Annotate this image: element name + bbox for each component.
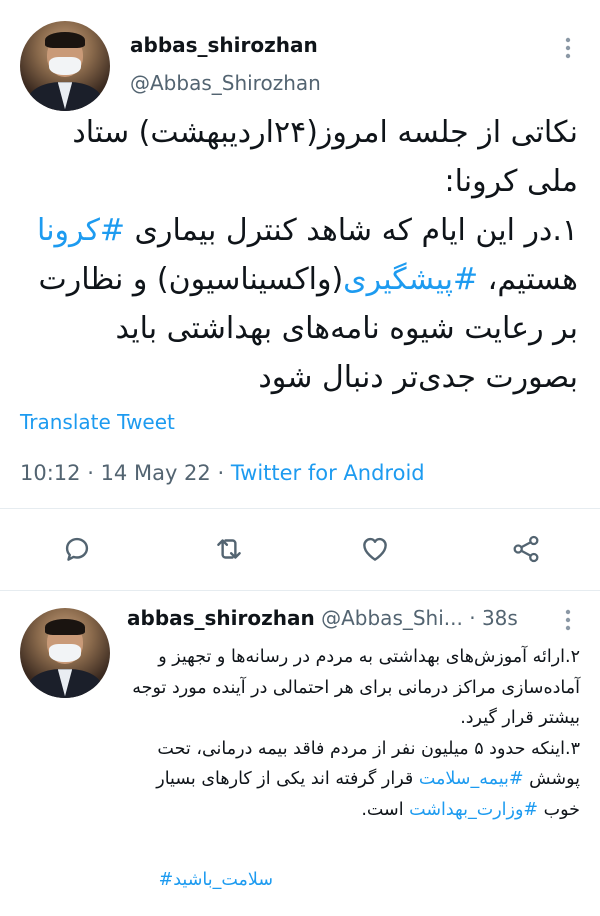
translate-tweet-link[interactable]: Translate Tweet (20, 410, 175, 434)
reply-icon (65, 537, 89, 561)
hashtag-corona[interactable]: #کرونا (37, 213, 125, 248)
tweet-text-point1: ۱.در این ایام که شاهد کنترل بیماری (125, 213, 578, 248)
reply-tweet-text: ۲.ارائه آموزش‌های بهداشتی به مردم در رسا… (122, 642, 580, 825)
tweet-text-segment: هستیم، (478, 262, 578, 297)
reply-button[interactable] (60, 532, 94, 566)
tweet-text: نکاتی از جلسه امروز(۲۴اردیبهشت) ستاد ملی… (22, 108, 578, 402)
share-button[interactable] (509, 532, 543, 566)
share-icon (513, 535, 539, 563)
divider (0, 508, 600, 509)
tweet-time[interactable]: 10:12 (20, 461, 81, 485)
tweet-meta: 10:12 · 14 May 22 · Twitter for Android (20, 461, 425, 485)
hashtag-health-ministry[interactable]: #وزارت_بهداشت (409, 800, 538, 820)
retweet-icon (217, 539, 241, 559)
tweet-date[interactable]: 14 May 22 (101, 461, 211, 485)
divider (0, 590, 600, 591)
author-name[interactable]: abbas_shirozhan (130, 33, 318, 57)
meta-separator: · (462, 606, 482, 630)
reply-time-ago[interactable]: 38s (482, 606, 518, 630)
reply-author-name[interactable]: abbas_shirozhan (127, 606, 315, 630)
author-handle[interactable]: @Abbas_Shirozhan (130, 71, 321, 95)
hashtag-health-insurance[interactable]: #بیمه_سلامت (419, 769, 524, 789)
like-button[interactable] (358, 532, 392, 566)
reply-more-options-icon[interactable] (560, 608, 576, 634)
hashtag-stay-healthy[interactable]: #سلامت_باشید (159, 870, 273, 890)
author-avatar[interactable] (20, 21, 110, 111)
reply-header: abbas_shirozhan @Abbas_Shi... · 38s (127, 606, 518, 630)
hashtag-prevention[interactable]: #پیشگیری (343, 262, 478, 297)
more-options-icon[interactable] (560, 36, 576, 62)
reply-author-avatar[interactable] (20, 608, 110, 698)
reply-text-segment: است. (361, 799, 410, 820)
tweet-text-intro: نکاتی از جلسه امروز(۲۴اردیبهشت) ستاد ملی… (72, 115, 578, 199)
retweet-button[interactable] (212, 532, 246, 566)
heart-icon (363, 537, 387, 561)
meta-separator: · (80, 461, 101, 485)
reply-author-handle[interactable]: @Abbas_Shi... (321, 606, 463, 630)
tweet-source[interactable]: Twitter for Android (231, 461, 425, 485)
reply-text-point2: ۲.ارائه آموزش‌های بهداشتی به مردم در رسا… (132, 647, 580, 728)
meta-separator: · (210, 461, 231, 485)
